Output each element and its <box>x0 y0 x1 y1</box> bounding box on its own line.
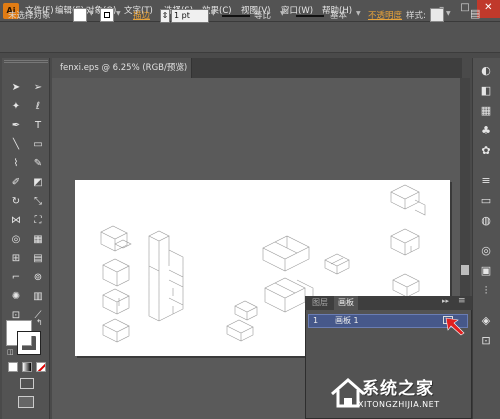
stroke-panel-icon[interactable]: ≡ <box>476 172 496 190</box>
toolbox-grip[interactable] <box>4 60 48 63</box>
swatches-panel-icon[interactable]: ▦ <box>476 102 496 120</box>
selection-status: 未选择对象 <box>8 11 51 21</box>
appearance-panel-icon[interactable]: ◎ <box>476 242 496 260</box>
color-guide-icon[interactable]: ◧ <box>476 82 496 100</box>
paintbrush-icon[interactable]: ⌇ <box>8 156 24 172</box>
pen-icon[interactable]: ✒ <box>8 118 24 134</box>
gradient-icon[interactable]: ▤ <box>30 251 46 267</box>
profile-dropdown-icon[interactable]: ▼ <box>280 10 286 18</box>
watermark-title: 系统之家 <box>362 379 434 399</box>
rectangle-icon[interactable]: ▭ <box>30 137 46 153</box>
rotate-icon[interactable]: ↻ <box>8 194 24 210</box>
transparency-panel-icon[interactable]: ◍ <box>476 212 496 230</box>
color-panel-icon[interactable]: ◐ <box>476 62 496 80</box>
panel-menu-icon[interactable]: ≡ <box>458 296 466 306</box>
direct-selection-icon[interactable]: ➢ <box>30 80 46 96</box>
fill-swatch[interactable] <box>73 8 87 22</box>
graph-icon[interactable]: ▥ <box>30 289 46 305</box>
line-icon[interactable]: ╲ <box>8 137 24 153</box>
scrollbar-thumb[interactable] <box>461 265 469 275</box>
profile-line-preview <box>222 15 250 17</box>
magic-wand-icon[interactable]: ✦ <box>8 99 24 115</box>
stroke-label[interactable]: 描边 <box>133 9 150 23</box>
mesh-icon[interactable]: ⊞ <box>8 251 24 267</box>
control-bar <box>0 22 500 53</box>
artboard-name: 画板 1 <box>335 316 359 325</box>
pointer-arrow-icon <box>444 316 466 339</box>
stroke-weight-dropdown-icon[interactable]: ▼ <box>211 10 217 18</box>
tool-grid: ➤ ➢ ✦ ℓ ✒ T ╲ ▭ ⌇ ✎ ✐ ◩ ↻ ⤡ ⋈ ⛶ ◎ ▦ ⊞ ▤ … <box>8 80 48 343</box>
gradient-panel-icon[interactable]: ▭ <box>476 192 496 210</box>
layers-panel-icon[interactable]: ◈ <box>476 312 496 330</box>
stroke-dropdown-icon[interactable]: ▼ <box>116 10 122 18</box>
watermark-url: XITONGZHIJIA.NET <box>358 400 440 409</box>
selection-icon[interactable]: ➤ <box>8 80 24 96</box>
artboard-number: 1 <box>313 316 319 325</box>
eraser-icon[interactable]: ◩ <box>30 175 46 191</box>
style-label: 样式: <box>406 11 426 21</box>
width-icon[interactable]: ⋈ <box>8 213 24 229</box>
scale-icon[interactable]: ⤡ <box>30 194 46 210</box>
symbols-panel-icon[interactable]: ✿ <box>476 142 496 160</box>
opacity-label[interactable]: 不透明度 <box>368 9 402 23</box>
symbol-sprayer-icon[interactable]: ✺ <box>8 289 24 305</box>
stroke-weight-field[interactable]: 1 pt <box>171 9 209 23</box>
swap-colors-icon[interactable]: ↰ <box>36 318 43 327</box>
default-colors-icon[interactable]: ◫ <box>7 348 14 356</box>
shape-builder-icon[interactable]: ◎ <box>8 232 24 248</box>
brush-dropdown-icon[interactable]: ▼ <box>356 10 362 18</box>
draw-mode-icon[interactable] <box>20 378 34 389</box>
pencil-icon[interactable]: ✎ <box>30 156 46 172</box>
stroke-swatch[interactable] <box>100 8 114 22</box>
color-mode-icon[interactable] <box>8 362 18 372</box>
panel-collapse-icon[interactable]: ▸▸ <box>442 297 449 305</box>
screen-mode-icon[interactable] <box>18 396 34 408</box>
graphic-styles-panel-icon[interactable]: ▣ <box>476 262 496 280</box>
artboards-panel-icon[interactable]: ⊡ <box>476 332 496 350</box>
blob-brush-icon[interactable]: ✐ <box>8 175 24 191</box>
document-tab-title: fenxi.eps @ 6.25% (RGB/预览) <box>60 63 188 73</box>
gradient-mode-icon[interactable] <box>22 362 32 372</box>
blend-icon[interactable]: ⊚ <box>30 270 46 286</box>
stroke-weight-stepper[interactable]: ⇕ <box>160 9 170 23</box>
document-tab[interactable]: fenxi.eps @ 6.25% (RGB/预览) × <box>52 58 192 78</box>
none-mode-icon[interactable] <box>36 362 46 372</box>
brush-line-preview <box>296 15 324 17</box>
tab-layers[interactable]: 图层 <box>308 296 332 310</box>
align-panel-icon[interactable]: ⫶ <box>476 282 496 300</box>
profile-label[interactable]: 等比 <box>254 9 271 23</box>
document-setup-icon[interactable]: ▤ <box>470 7 480 21</box>
style-dropdown-icon[interactable]: ▼ <box>446 10 452 18</box>
eyedropper-icon[interactable]: ⌐ <box>8 270 24 286</box>
brush-label[interactable]: 基本 <box>330 9 347 23</box>
type-icon[interactable]: T <box>30 118 46 134</box>
lasso-icon[interactable]: ℓ <box>30 99 46 115</box>
perspective-icon[interactable]: ▦ <box>30 232 46 248</box>
fill-dropdown-icon[interactable]: ▼ <box>89 10 95 18</box>
graphic-style-swatch[interactable] <box>430 8 444 22</box>
brushes-panel-icon[interactable]: ♣ <box>476 122 496 140</box>
tab-artboards[interactable]: 画板 <box>334 296 358 310</box>
stroke-color-box[interactable] <box>17 331 41 355</box>
free-transform-icon[interactable]: ⛶ <box>30 213 46 229</box>
close-tab-icon[interactable]: × <box>178 58 185 78</box>
